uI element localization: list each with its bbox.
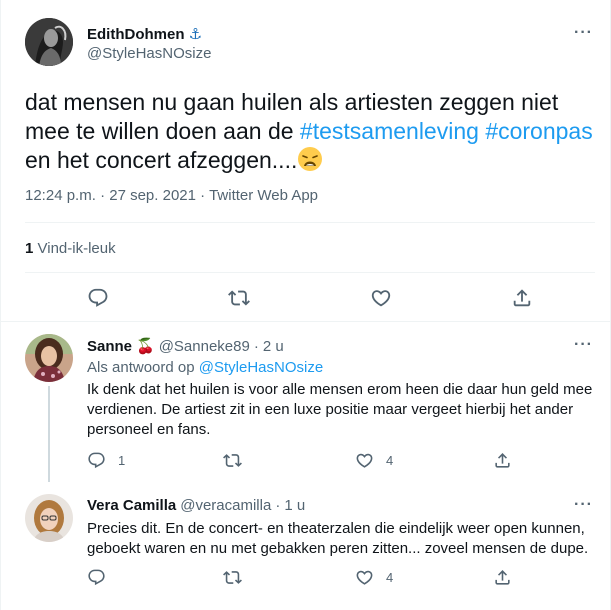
- like-count: 4: [386, 570, 394, 585]
- reply-count: 1: [118, 453, 126, 468]
- thread-line: [48, 386, 50, 482]
- tweet-meta: 12:24 p.m. · 27 sep. 2021 · Twitter Web …: [25, 187, 318, 204]
- tweet-time[interactable]: 12:24 p.m.: [25, 187, 96, 204]
- like-button[interactable]: 4: [355, 568, 393, 587]
- like-button[interactable]: 4: [355, 451, 393, 470]
- likes-summary[interactable]: 1 Vind-ik-leuk: [25, 240, 116, 257]
- reply-button[interactable]: [87, 287, 109, 309]
- reply-header: Vera Camilla @veracamilla · 1 u: [87, 497, 305, 514]
- heart-icon: [356, 570, 373, 585]
- more-icon[interactable]: ···: [574, 496, 593, 514]
- anchor-emoji: ⚓: [188, 26, 203, 43]
- tweet-client[interactable]: Twitter Web App: [209, 187, 318, 204]
- share-button[interactable]: [493, 568, 512, 587]
- reply-to-handle[interactable]: @StyleHasNOsize: [199, 359, 323, 376]
- main-tweet: EdithDohmen ⚓ @StyleHasNOsize ··· dat me…: [1, 0, 611, 322]
- reply-author-name[interactable]: Sanne: [87, 338, 132, 355]
- author-handle[interactable]: @StyleHasNOsize: [87, 45, 211, 62]
- share-icon: [495, 453, 510, 468]
- heart-icon: [356, 453, 373, 468]
- reply-time[interactable]: 2 u: [263, 338, 284, 355]
- tweet-thread: EdithDohmen ⚓ @StyleHasNOsize ··· dat me…: [0, 0, 611, 610]
- reply-separator: ·: [253, 338, 259, 355]
- more-icon[interactable]: ···: [574, 24, 593, 42]
- retweet-icon: [223, 454, 242, 467]
- retweet-icon: [223, 571, 242, 584]
- retweet-button[interactable]: [223, 568, 242, 587]
- reply-text: Ik denk dat het huilen is voor alle mens…: [87, 381, 593, 438]
- hashtag-link[interactable]: #coronpas: [485, 118, 592, 144]
- share-button[interactable]: [511, 287, 533, 309]
- reply-icon: [88, 452, 105, 469]
- reply-tweet: Sanne 🍒 @Sanneke89 · 2 u ··· Als antwoor…: [1, 322, 611, 482]
- reply-text: Precies dit. En de concert- en theaterza…: [87, 520, 589, 557]
- reply-header: Sanne 🍒 @Sanneke89 · 2 u: [87, 337, 284, 355]
- reply-time[interactable]: 1 u: [284, 497, 305, 514]
- share-icon: [495, 570, 510, 585]
- cherry-emoji: 🍒: [136, 338, 155, 355]
- author-name-text[interactable]: EdithDohmen: [87, 26, 185, 43]
- share-button[interactable]: [493, 451, 512, 470]
- avatar[interactable]: [25, 494, 73, 542]
- weary-face-emoji: [297, 146, 323, 179]
- hashtag-link[interactable]: #testsamenleving: [300, 118, 479, 144]
- avatar[interactable]: [25, 18, 73, 66]
- like-count: 4: [386, 453, 394, 468]
- more-icon[interactable]: ···: [574, 336, 593, 354]
- reply-author-name[interactable]: Vera Camilla: [87, 497, 176, 514]
- tweet-date[interactable]: 27 sep. 2021: [109, 187, 196, 204]
- share-icon: [513, 289, 531, 307]
- divider: [25, 222, 595, 223]
- heart-icon: [371, 290, 391, 307]
- reply-button[interactable]: [87, 568, 106, 587]
- meta-separator: ·: [100, 187, 106, 204]
- reply-tweet: Vera Camilla @veracamilla · 1 u ··· Prec…: [1, 482, 611, 610]
- reply-button[interactable]: 1: [87, 451, 125, 470]
- reply-separator: ·: [275, 497, 281, 514]
- meta-separator: ·: [200, 187, 206, 204]
- reply-author-handle[interactable]: @Sanneke89: [159, 338, 250, 355]
- like-button[interactable]: [370, 287, 392, 309]
- reply-icon: [88, 569, 105, 586]
- reply-author-handle[interactable]: @veracamilla: [180, 497, 271, 514]
- retweet-button[interactable]: [228, 287, 250, 309]
- avatar[interactable]: [25, 334, 73, 382]
- author-name[interactable]: EdithDohmen ⚓: [87, 25, 202, 43]
- reply-to: Als antwoord op @StyleHasNOsize: [87, 359, 323, 376]
- divider: [25, 272, 595, 273]
- like-count: 1: [25, 240, 34, 257]
- retweet-button[interactable]: [223, 451, 242, 470]
- like-label: Vind-ik-leuk: [37, 240, 116, 257]
- reply-to-label: Als antwoord op: [87, 359, 195, 376]
- reply-icon: [88, 288, 108, 307]
- retweet-icon: [228, 290, 250, 306]
- tweet-text-part: en het concert afzeggen....: [25, 147, 298, 173]
- tweet-text: dat mensen nu gaan huilen als artiesten …: [25, 88, 595, 179]
